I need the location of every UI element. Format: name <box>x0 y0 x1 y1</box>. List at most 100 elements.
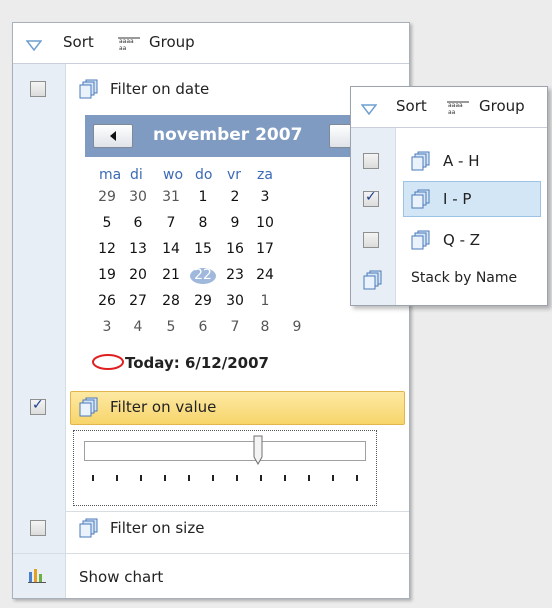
calendar-day[interactable]: 24 <box>251 267 279 283</box>
calendar-day[interactable]: 21 <box>157 267 185 283</box>
range-q-z-checkbox[interactable] <box>363 232 379 248</box>
stack-icon <box>79 79 99 99</box>
chart-icon[interactable] <box>28 567 46 587</box>
calendar-day[interactable]: 1 <box>189 189 217 205</box>
slider-tick <box>356 475 358 481</box>
filter-date-label[interactable]: Filter on date <box>110 80 209 98</box>
calendar-day[interactable]: 12 <box>93 241 121 257</box>
calendar-day[interactable]: 1 <box>251 293 279 309</box>
slider-tick <box>92 475 94 481</box>
weekday-header: di <box>130 167 143 183</box>
calendar-month-title: november 2007 <box>153 125 303 145</box>
range-i-p-label[interactable]: I - P <box>443 190 471 208</box>
slider-tick <box>284 475 286 481</box>
slider-tick <box>332 475 334 481</box>
calendar-day[interactable]: 8 <box>251 319 279 335</box>
calendar-header: november 2007 <box>85 115 390 157</box>
range-q-z-label[interactable]: Q - Z <box>443 231 480 249</box>
calendar-day[interactable]: 29 <box>93 189 121 205</box>
range-a-h-label[interactable]: A - H <box>443 152 480 170</box>
calendar-day[interactable]: 9 <box>221 215 249 231</box>
weekday-header: vr <box>227 167 242 183</box>
range-i-p-checkbox[interactable]: ✓ <box>363 189 379 207</box>
slider-tick <box>212 475 214 481</box>
group-icon[interactable]: aaaa aa <box>117 34 141 56</box>
value-slider[interactable] <box>73 430 377 506</box>
filter-size-label[interactable]: Filter on size <box>110 519 204 537</box>
group-popup: Sort aaaa aa Group A - H ✓ I - P Q - Z S… <box>350 86 548 306</box>
weekday-header: do <box>195 167 213 183</box>
svg-text:aaaa: aaaa <box>448 102 463 109</box>
slider-tick <box>164 475 166 481</box>
show-chart-label[interactable]: Show chart <box>79 568 163 586</box>
calendar-day[interactable]: 7 <box>221 319 249 335</box>
arrow-left-icon <box>110 131 116 141</box>
triangle-down-icon[interactable] <box>25 37 43 55</box>
slider-track[interactable] <box>84 441 366 461</box>
stack-icon[interactable] <box>363 270 383 290</box>
calendar-day[interactable]: 27 <box>124 293 152 309</box>
svg-text:aa: aa <box>448 109 456 116</box>
calendar-day[interactable]: 4 <box>124 319 152 335</box>
filter-date-checkbox[interactable] <box>30 81 46 97</box>
weekday-header: ma <box>99 167 122 183</box>
stack-icon <box>79 397 99 417</box>
today-link[interactable]: Today: 6/12/2007 <box>91 353 269 372</box>
filter-value-label[interactable]: Filter on value <box>110 398 216 416</box>
calendar-day[interactable]: 30 <box>221 293 249 309</box>
range-a-h-checkbox[interactable] <box>363 153 379 169</box>
calendar-day[interactable]: 20 <box>124 267 152 283</box>
prev-month-button[interactable] <box>93 124 133 148</box>
filter-value-checkbox[interactable]: ✓ <box>30 397 46 415</box>
calendar-day[interactable]: 7 <box>157 215 185 231</box>
stack-icon <box>411 151 431 171</box>
triangle-down-icon[interactable] <box>360 101 378 119</box>
calendar-day[interactable]: 29 <box>189 293 217 309</box>
weekday-header: za <box>257 167 273 183</box>
group-label[interactable]: Group <box>149 33 195 51</box>
popup-header: Sort aaaa aa Group <box>351 87 547 128</box>
sort-label[interactable]: Sort <box>396 97 427 115</box>
calendar-day[interactable]: 5 <box>93 215 121 231</box>
calendar-day[interactable]: 10 <box>251 215 279 231</box>
calendar-day[interactable]: 3 <box>93 319 121 335</box>
slider-thumb[interactable] <box>253 435 263 466</box>
calendar-day[interactable]: 6 <box>189 319 217 335</box>
group-icon[interactable]: aaaa aa <box>446 98 470 120</box>
panel-header: Sort aaaa aa Group <box>13 23 409 64</box>
slider-tick <box>188 475 190 481</box>
stack-icon <box>79 518 99 538</box>
calendar-day[interactable]: 2 <box>221 189 249 205</box>
slider-tick <box>260 475 262 481</box>
svg-text:aa: aa <box>119 45 127 52</box>
calendar-day[interactable]: 31 <box>157 189 185 205</box>
filter-size-checkbox[interactable] <box>30 520 46 536</box>
calendar-day[interactable]: 30 <box>124 189 152 205</box>
slider-tick <box>116 475 118 481</box>
slider-tick <box>236 475 238 481</box>
calendar-day[interactable]: 28 <box>157 293 185 309</box>
calendar-day[interactable]: 26 <box>93 293 121 309</box>
calendar-day[interactable]: 5 <box>157 319 185 335</box>
calendar-day[interactable]: 9 <box>283 319 311 335</box>
date-calendar: november 2007 ma di wo do vr za 29 30 31 1 2 3 5 6 7 8… <box>85 115 390 379</box>
sort-label[interactable]: Sort <box>63 33 94 51</box>
calendar-day[interactable]: 14 <box>157 241 185 257</box>
checkbox-gutter <box>13 63 66 598</box>
calendar-day[interactable]: 22 <box>189 267 217 283</box>
today-text[interactable]: Today: 6/12/2007 <box>125 354 269 372</box>
calendar-day[interactable]: 23 <box>221 267 249 283</box>
calendar-day[interactable]: 15 <box>189 241 217 257</box>
calendar-day[interactable]: 17 <box>251 241 279 257</box>
calendar-day[interactable]: 13 <box>124 241 152 257</box>
today-marker-icon <box>92 354 124 370</box>
calendar-day[interactable]: 8 <box>189 215 217 231</box>
stack-icon <box>411 230 431 250</box>
calendar-day[interactable]: 3 <box>251 189 279 205</box>
calendar-day[interactable]: 16 <box>221 241 249 257</box>
calendar-day[interactable]: 19 <box>93 267 121 283</box>
stack-by-name-label[interactable]: Stack by Name <box>411 270 517 286</box>
group-label[interactable]: Group <box>479 97 525 115</box>
svg-text:aaaa: aaaa <box>119 38 134 45</box>
calendar-day[interactable]: 6 <box>124 215 152 231</box>
